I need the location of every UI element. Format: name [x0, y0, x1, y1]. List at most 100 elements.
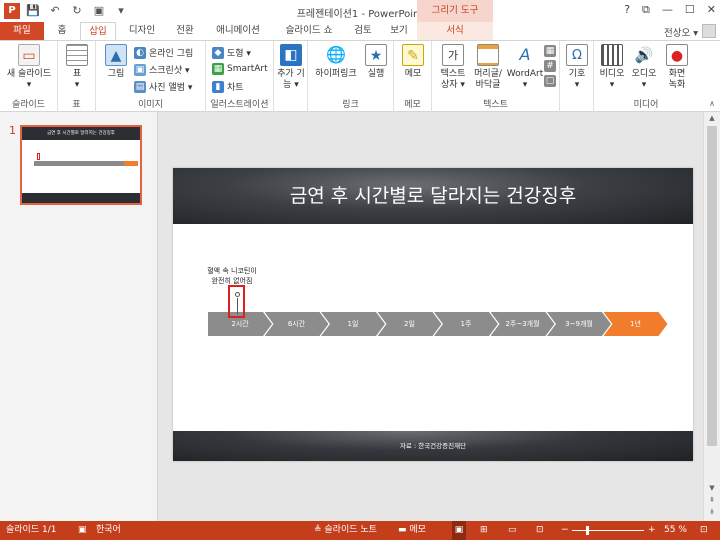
slide-title[interactable]: 금연 후 시간별로 달라지는 건강징후 [173, 168, 693, 224]
maximize-icon[interactable]: ☐ [685, 3, 695, 17]
smartart-button[interactable]: ▦ SmartArt [212, 63, 268, 75]
slide-sorter-icon[interactable]: ⊞ [480, 521, 488, 540]
audio-button[interactable]: 🔊 오디오 ▾ [628, 44, 660, 91]
avatar[interactable] [702, 24, 716, 38]
thumbnail-timeline [34, 161, 134, 166]
tab-review[interactable]: 검토 [348, 22, 378, 40]
scroll-up-icon[interactable]: ▲ [704, 114, 720, 122]
tab-view[interactable]: 보기 [382, 22, 416, 40]
store-button[interactable]: ◧ 추가 기 능 ▾ [276, 44, 306, 91]
slide-source-text[interactable]: 자료 : 한국건강증진재단 [173, 431, 693, 461]
proofing-icon[interactable]: ▣ [78, 521, 87, 540]
slide-canvas[interactable]: 금연 후 시간별로 달라지는 건강징후 혈액 속 니코틴이 완전히 없어짐 2시… [173, 168, 693, 461]
ribbon-display-icon[interactable]: ⧉ [642, 3, 650, 17]
zoom-out-button[interactable]: − [561, 521, 569, 540]
powerpoint-logo-icon[interactable]: P [4, 3, 20, 19]
store-icon: ◧ [280, 44, 302, 66]
tab-slideshow[interactable]: 슬라이드 쇼 [274, 22, 344, 40]
comments-button[interactable]: ▬ 메모 [398, 521, 426, 540]
tab-format[interactable]: 서식 [417, 22, 493, 40]
action-button[interactable]: ★ 실행 [362, 44, 390, 80]
zoom-in-button[interactable]: + [648, 521, 656, 540]
next-slide-icon[interactable]: ⇟ [704, 508, 720, 516]
screenshot-button[interactable]: ▣ 스크린샷 ▾ [134, 63, 190, 76]
zoom-slider[interactable] [572, 530, 644, 531]
online-pictures-button[interactable]: ◐ 온라인 그림 [134, 46, 193, 59]
scroll-down-icon[interactable]: ▼ [704, 484, 720, 492]
timeline-step[interactable]: 1주 [434, 312, 498, 336]
header-footer-button[interactable]: 머리글/ 바닥글 [470, 44, 506, 91]
date-time-button[interactable]: ▦ [544, 45, 556, 57]
connector-line [237, 298, 238, 314]
online-picture-icon: ◐ [134, 46, 146, 59]
window-controls: ? ⧉ — ☐ ✕ [624, 3, 716, 17]
photo-album-button[interactable]: ▤ 사진 앨범 ▾ [134, 80, 192, 93]
notes-button[interactable]: ≜ 슬라이드 노트 [314, 521, 377, 540]
slideshow-view-icon[interactable]: ⊡ [536, 521, 544, 540]
photo-album-icon: ▤ [134, 80, 146, 93]
minimize-icon[interactable]: — [662, 3, 673, 17]
slide-edit-area[interactable]: 금연 후 시간별로 달라지는 건강징후 혈액 속 니코틴이 완전히 없어짐 2시… [159, 112, 720, 521]
selected-connector-shape[interactable] [228, 285, 245, 318]
zoom-level[interactable]: 55 % [664, 521, 687, 540]
language-indicator[interactable]: 한국어 [96, 521, 121, 540]
tab-file[interactable]: 파일 [0, 22, 44, 40]
zoom-slider-handle[interactable] [586, 526, 589, 535]
slide-thumbnail-pane: 1 금연 후 시간별로 달라지는 건강징후 [0, 112, 158, 521]
redo-icon[interactable]: ↻ [70, 4, 84, 17]
undo-icon[interactable]: ↶ [48, 4, 62, 17]
timeline-step[interactable]: 2일 [378, 312, 442, 336]
wordart-icon: A [519, 45, 531, 64]
screen-recording-button[interactable]: ● 화면 녹화 [660, 44, 694, 91]
comment-button[interactable]: ✎ 메모 [398, 44, 428, 80]
group-slides: ▭ 새 슬라이드 ▾ 슬라이드 [0, 41, 58, 112]
tab-home[interactable]: 홈 [48, 22, 76, 40]
tab-transitions[interactable]: 전환 [168, 22, 202, 40]
account-name[interactable]: 전상오 ▾ [664, 25, 698, 39]
scrollbar-thumb[interactable] [707, 126, 717, 446]
table-icon [66, 44, 88, 66]
hyperlink-button[interactable]: 🌐 하이퍼링크 [312, 44, 360, 80]
timeline-step[interactable]: 1년 [604, 312, 668, 336]
fit-slide-icon[interactable]: ⊡ [700, 521, 708, 540]
timeline-step[interactable]: 2주~3개월 [491, 312, 555, 336]
timeline-step[interactable]: 6시간 [265, 312, 329, 336]
timeline-step[interactable]: 1일 [321, 312, 385, 336]
globe-icon: 🌐 [326, 45, 346, 64]
date-time-icon: ▦ [544, 45, 556, 57]
wordart-button[interactable]: A WordArt ▾ [506, 44, 544, 91]
normal-view-icon[interactable]: ▣ [452, 521, 466, 540]
thumbnail-title: 금연 후 시간별로 달라지는 건강징후 [22, 127, 140, 140]
collapse-ribbon-icon[interactable]: ∧ [709, 99, 715, 108]
picture-icon: ▲ [105, 44, 127, 66]
chart-button[interactable]: ▮ 차트 [212, 80, 244, 93]
thumbnail-timeline-end [124, 161, 138, 166]
slide-number-button[interactable]: # [544, 60, 556, 72]
reading-view-icon[interactable]: ▭ [508, 521, 517, 540]
rotation-handle-icon[interactable] [235, 292, 240, 297]
table-button[interactable]: 표 ▾ [62, 44, 92, 91]
status-bar: 슬라이드 1/1 ▣ 한국어 ≜ 슬라이드 노트 ▬ 메모 ▣ ⊞ ▭ ⊡ − … [0, 521, 720, 540]
annotation-text[interactable]: 혈액 속 니코틴이 완전히 없어짐 [206, 266, 258, 286]
tab-design[interactable]: 디자인 [120, 22, 164, 40]
shapes-button[interactable]: ◆ 도형 ▾ [212, 46, 251, 59]
thumbnail-number: 1 [9, 124, 16, 137]
tab-animations[interactable]: 애니메이션 [206, 22, 270, 40]
start-slideshow-icon[interactable]: ▣ [92, 4, 106, 17]
previous-slide-icon[interactable]: ⇞ [704, 496, 720, 504]
pictures-button[interactable]: ▲ 그림 [102, 44, 130, 80]
thumbnail-footer [22, 193, 140, 203]
customize-qat-icon[interactable]: ▾ [114, 4, 128, 17]
save-icon[interactable]: 💾 [26, 4, 40, 17]
tab-insert[interactable]: 삽입 [80, 22, 116, 41]
slide-thumbnail[interactable]: 금연 후 시간별로 달라지는 건강징후 [20, 125, 142, 205]
textbox-button[interactable]: 가 텍스트 상자 ▾ [436, 44, 470, 91]
help-icon[interactable]: ? [624, 3, 630, 17]
close-icon[interactable]: ✕ [707, 3, 716, 17]
symbol-button[interactable]: Ω 기호 ▾ [562, 44, 592, 91]
vertical-scrollbar[interactable]: ▲ ▼ ⇞ ⇟ [703, 112, 720, 521]
video-button[interactable]: 비디오 ▾ [596, 44, 628, 91]
new-slide-button[interactable]: ▭ 새 슬라이드 ▾ [4, 44, 54, 91]
timeline-step[interactable]: 3~9개월 [547, 312, 611, 336]
object-button[interactable]: ▢ [544, 75, 556, 87]
